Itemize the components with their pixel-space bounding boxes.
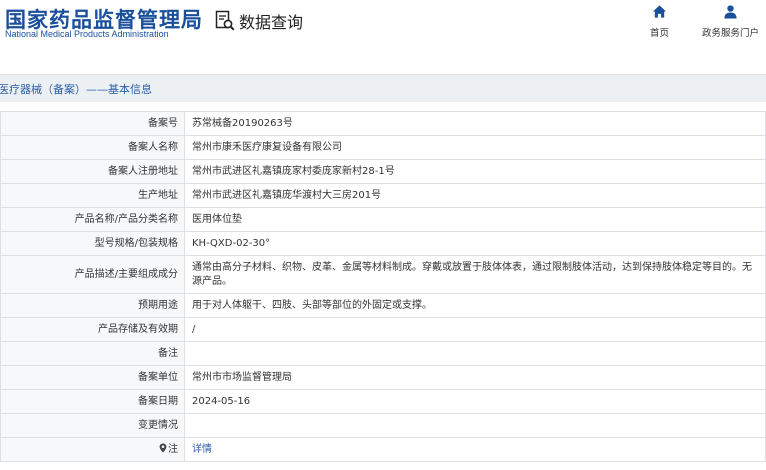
row-value: 医用体位垫: [184, 207, 766, 232]
nav-home[interactable]: 首页: [650, 4, 669, 39]
site-logo-en[interactable]: National Medical Products Administration: [5, 29, 169, 39]
location-pin-icon: [159, 443, 167, 453]
device-info-table: 备案号 苏常械备20190263号 备案人名称 常州市康禾医疗康复设备有限公司 …: [0, 111, 766, 462]
row-label: 型号规格/包装规格: [0, 231, 185, 256]
table-row: 备案号 苏常械备20190263号: [0, 111, 766, 136]
table-row: 产品名称/产品分类名称 医用体位垫: [0, 207, 766, 232]
row-value: 常州市康禾医疗康复设备有限公司: [184, 135, 766, 160]
table-row: 注 详情: [0, 437, 766, 462]
row-value: /: [184, 317, 766, 342]
row-value: KH-QXD-02-30°: [184, 231, 766, 256]
nav-service-portal[interactable]: 政务服务门户: [702, 4, 759, 39]
row-label: 备案单位: [0, 365, 185, 390]
row-value: 常州市武进区礼嘉镇庞华渡村大三房201号: [184, 183, 766, 208]
table-row: 型号规格/包装规格 KH-QXD-02-30°: [0, 231, 766, 256]
row-value: 苏常械备20190263号: [184, 111, 766, 136]
table-row: 备案人注册地址 常州市武进区礼嘉镇庞家村委庞家新村28-1号: [0, 159, 766, 184]
row-value: 详情: [184, 437, 766, 462]
row-value: 常州市市场监督管理局: [184, 365, 766, 390]
table-row: 备注: [0, 341, 766, 366]
row-label: 备注: [0, 341, 185, 366]
section-title: 医疗器械（备案）——基本信息: [0, 82, 152, 96]
row-value: 通常由高分子材料、织物、皮革、金属等材料制成。穿戴或放置于肢体体表，通过限制肢体…: [184, 255, 766, 294]
section-title-bar: 医疗器械（备案）——基本信息: [0, 74, 766, 102]
nav-service-label: 政务服务门户: [702, 28, 760, 39]
table-row: 变更情况: [0, 413, 766, 438]
row-label: 注: [168, 443, 178, 455]
details-link[interactable]: 详情: [192, 444, 212, 455]
table-row: 产品存储及有效期 /: [0, 317, 766, 342]
nav-home-label: 首页: [650, 28, 670, 39]
table-row: 生产地址 常州市武进区礼嘉镇庞华渡村大三房201号: [0, 183, 766, 208]
row-label: 备案号: [0, 111, 185, 136]
row-value: 用于对人体躯干、四肢、头部等部位的外固定或支撑。: [184, 293, 766, 318]
row-value: 常州市武进区礼嘉镇庞家村委庞家新村28-1号: [184, 159, 766, 184]
row-label: 产品存储及有效期: [0, 317, 185, 342]
data-query-heading: 数据查询: [215, 9, 303, 33]
row-label: 产品名称/产品分类名称: [0, 207, 185, 232]
note-label-cell: 注: [0, 437, 185, 462]
row-value: [184, 413, 766, 438]
row-label: 备案人名称: [0, 135, 185, 160]
document-search-icon: [215, 10, 235, 31]
table-row: 备案单位 常州市市场监督管理局: [0, 365, 766, 390]
row-label: 预期用途: [0, 293, 185, 318]
row-label: 产品描述/主要组成成分: [0, 255, 185, 294]
table-row: 备案日期 2024-05-16: [0, 389, 766, 414]
table-row: 产品描述/主要组成成分 通常由高分子材料、织物、皮革、金属等材料制成。穿戴或放置…: [0, 255, 766, 294]
home-icon: [652, 5, 667, 18]
table-row: 备案人名称 常州市康禾医疗康复设备有限公司: [0, 135, 766, 160]
row-label: 生产地址: [0, 183, 185, 208]
row-value: [184, 341, 766, 366]
data-query-label: 数据查询: [239, 13, 304, 32]
table-row: 预期用途 用于对人体躯干、四肢、头部等部位的外固定或支撑。: [0, 293, 766, 318]
site-header: 国家药品监督管理局 National Medical Products Admi…: [0, 0, 766, 58]
row-value: 2024-05-16: [184, 389, 766, 414]
row-label: 备案日期: [0, 389, 185, 414]
row-label: 备案人注册地址: [0, 159, 185, 184]
row-label: 变更情况: [0, 413, 185, 438]
user-icon: [724, 5, 737, 19]
